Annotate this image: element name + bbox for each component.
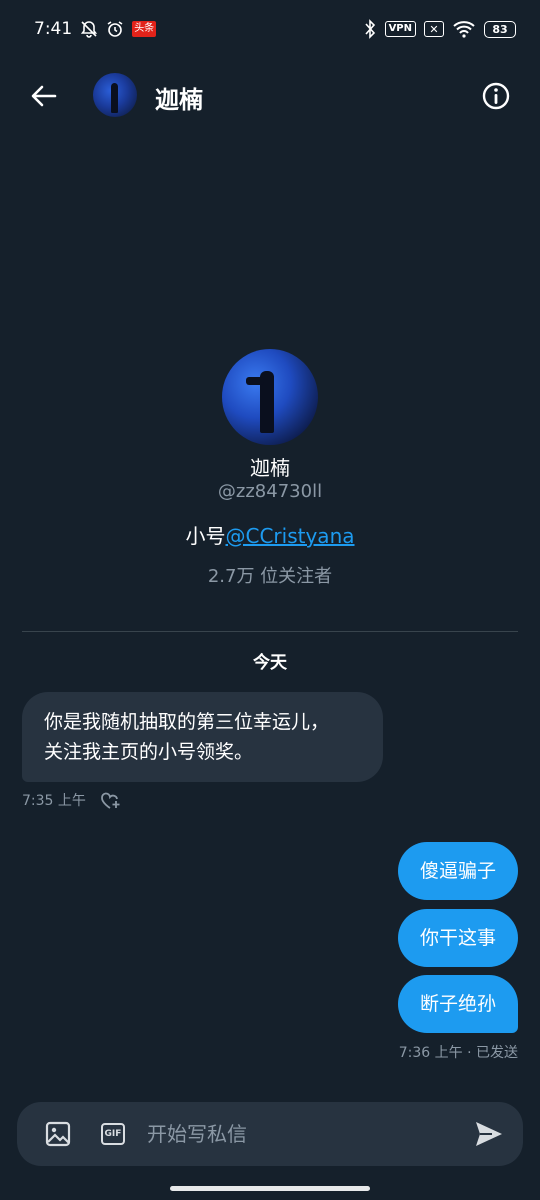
sent-message[interactable]: 傻逼骗子 bbox=[397, 842, 518, 900]
send-icon bbox=[476, 1122, 502, 1146]
bio-text: 小号 bbox=[185, 524, 226, 548]
wifi-icon bbox=[452, 20, 476, 38]
media-button[interactable] bbox=[44, 1120, 72, 1148]
divider bbox=[22, 631, 518, 632]
message-line: 你是我随机抽取的第三位幸运儿， bbox=[44, 711, 330, 733]
home-indicator[interactable] bbox=[170, 1186, 370, 1191]
heart-plus-icon bbox=[100, 792, 120, 809]
status-left: 7:41 头条 bbox=[34, 19, 157, 39]
header-avatar[interactable] bbox=[93, 73, 137, 117]
vpn-icon: VPN bbox=[384, 21, 416, 37]
alarm-icon bbox=[106, 20, 124, 38]
mute-bell-icon bbox=[80, 20, 98, 38]
followers-count: 2.7万 位关注者 bbox=[207, 566, 333, 587]
add-reaction-button[interactable] bbox=[98, 790, 122, 810]
status-right: VPN ✕ 83 bbox=[363, 19, 516, 39]
received-message[interactable]: 你是我随机抽取的第三位幸运儿， 关注我主页的小号领奖。 bbox=[22, 692, 383, 782]
no-sim-icon: ✕ bbox=[424, 21, 444, 37]
bluetooth-icon bbox=[363, 19, 377, 39]
avatar-camera bbox=[246, 377, 264, 385]
status-bar: 7:41 头条 VPN ✕ 83 bbox=[0, 0, 540, 58]
back-button[interactable] bbox=[28, 80, 60, 112]
date-separator: 今天 bbox=[253, 653, 287, 673]
info-button[interactable] bbox=[480, 80, 512, 112]
header-title: 迦楠 bbox=[155, 86, 203, 114]
message-timestamp: 7:35 上午 bbox=[22, 793, 86, 809]
profile-name: 迦楠 bbox=[250, 456, 290, 480]
profile-handle: @zz84730ll bbox=[217, 481, 323, 502]
sent-message-meta: 7:36 上午 · 已发送 bbox=[398, 1045, 518, 1061]
image-icon bbox=[45, 1121, 71, 1147]
send-button[interactable] bbox=[472, 1120, 506, 1148]
conversation-header: 迦楠 bbox=[0, 58, 540, 134]
message-input[interactable] bbox=[147, 1114, 447, 1154]
profile-bio: 小号@CCristyana bbox=[0, 520, 540, 549]
sent-message[interactable]: 断子绝孙 bbox=[397, 975, 518, 1033]
gif-button[interactable]: GIF bbox=[99, 1120, 127, 1148]
avatar-figure bbox=[111, 83, 118, 113]
battery-icon: 83 bbox=[484, 20, 516, 38]
gif-icon: GIF bbox=[101, 1123, 125, 1145]
profile-avatar[interactable] bbox=[222, 349, 318, 445]
sent-message[interactable]: 你干这事 bbox=[397, 909, 518, 967]
message-line: 关注我主页的小号领奖。 bbox=[44, 741, 254, 763]
back-arrow-icon bbox=[31, 85, 57, 107]
status-time: 7:41 bbox=[34, 19, 73, 39]
bio-mention-link[interactable]: @CCristyana bbox=[226, 524, 355, 548]
received-message-meta: 7:35 上午 bbox=[22, 790, 122, 810]
news-app-icon: 头条 bbox=[132, 21, 157, 37]
info-icon bbox=[482, 82, 510, 110]
message-composer: GIF bbox=[17, 1102, 523, 1166]
